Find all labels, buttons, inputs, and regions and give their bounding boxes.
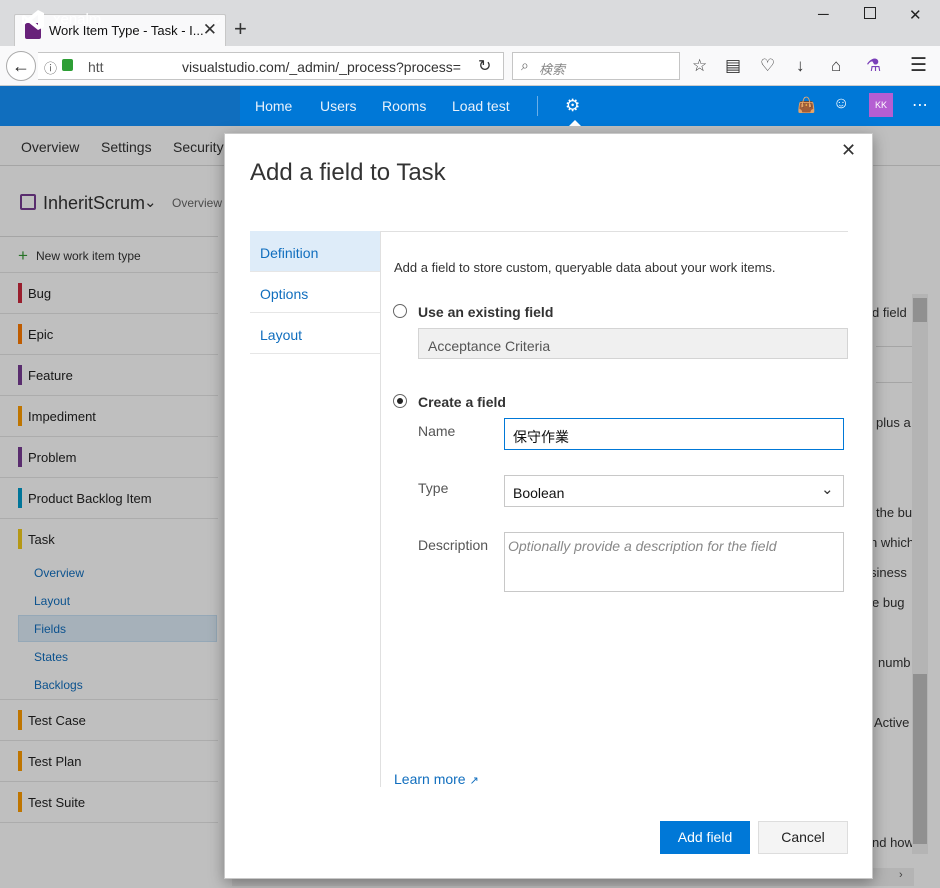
project-selector-bg bbox=[0, 86, 240, 126]
description-textarea[interactable]: Optionally provide a description for the… bbox=[504, 532, 844, 592]
download-icon[interactable]: ↓ bbox=[796, 56, 805, 76]
feedback-smiley-icon[interactable]: ☺ bbox=[833, 95, 849, 113]
learn-more-link[interactable]: Learn more ↗ bbox=[394, 771, 479, 787]
nav-divider bbox=[537, 96, 538, 116]
browser-tab[interactable]: Work Item Type - Task - I... ✕ bbox=[14, 14, 226, 46]
existing-field-select[interactable]: Acceptance Criteria bbox=[418, 328, 848, 359]
name-input[interactable]: 保守作業 bbox=[504, 418, 844, 450]
browser-search-input[interactable]: ⌕ 検索 bbox=[512, 52, 680, 80]
reload-icon[interactable]: ↻ bbox=[478, 56, 491, 76]
add-field-button[interactable]: Add field bbox=[660, 821, 750, 854]
marketplace-bag-icon[interactable]: 👜 bbox=[797, 96, 816, 114]
info-icon[interactable]: ⓘ bbox=[44, 58, 57, 77]
tab-options[interactable]: Options bbox=[250, 272, 380, 313]
back-icon[interactable]: ← bbox=[6, 51, 36, 81]
avatar[interactable]: KK bbox=[869, 93, 893, 117]
home-icon[interactable]: ⌂ bbox=[831, 56, 841, 76]
url-text: visualstudio.com/_admin/_process?process… bbox=[182, 59, 461, 75]
flask-icon[interactable]: ⚗ bbox=[866, 56, 881, 76]
reading-list-icon[interactable]: ▤ bbox=[725, 56, 741, 76]
chevron-down-icon[interactable]: ⌄ bbox=[821, 480, 834, 498]
hamburger-menu-icon[interactable]: ☰ bbox=[910, 54, 927, 77]
learn-more-text: Learn more bbox=[394, 771, 466, 787]
external-link-icon: ↗ bbox=[469, 775, 479, 787]
url-prefix: htt bbox=[88, 59, 104, 75]
search-icon: ⌕ bbox=[521, 57, 529, 73]
add-field-dialog: ✕ Add a field to Task Definition Options… bbox=[224, 133, 873, 879]
bookmark-star-icon[interactable]: ☆ bbox=[692, 56, 707, 76]
create-field-label[interactable]: Create a field bbox=[418, 394, 506, 410]
divider bbox=[380, 231, 848, 232]
maximize-icon[interactable] bbox=[864, 7, 876, 19]
description-label: Description bbox=[418, 537, 489, 553]
nav-home[interactable]: Home bbox=[255, 98, 292, 114]
divider bbox=[380, 231, 381, 787]
pocket-icon[interactable]: ♡ bbox=[760, 56, 775, 76]
gear-icon[interactable]: ⚙ bbox=[565, 96, 580, 116]
chevron-down-icon[interactable]: ⌄ bbox=[211, 9, 224, 27]
use-existing-radio[interactable] bbox=[393, 304, 407, 318]
dialog-tabs: Definition Options Layout bbox=[250, 231, 380, 791]
search-placeholder: 検索 bbox=[539, 62, 566, 77]
nav-users[interactable]: Users bbox=[320, 98, 357, 114]
type-select[interactable]: Boolean bbox=[504, 475, 844, 507]
type-label: Type bbox=[418, 480, 449, 496]
url-bar[interactable]: ⓘ htt visualstudio.com/_admin/_process?p… bbox=[38, 52, 504, 80]
nav-rooms[interactable]: Rooms bbox=[382, 98, 426, 114]
project-name[interactable]: xenalm bbox=[53, 11, 101, 28]
name-label: Name bbox=[418, 423, 456, 439]
close-icon[interactable]: ✕ bbox=[841, 140, 856, 161]
cancel-button[interactable]: Cancel bbox=[758, 821, 848, 854]
lock-icon bbox=[62, 59, 73, 71]
dialog-title: Add a field to Task bbox=[250, 159, 446, 186]
use-existing-label[interactable]: Use an existing field bbox=[418, 304, 553, 320]
create-field-radio[interactable] bbox=[393, 394, 407, 408]
nav-load-test[interactable]: Load test bbox=[452, 98, 510, 114]
more-options-icon[interactable]: ⋯ bbox=[912, 95, 928, 115]
tab-layout[interactable]: Layout bbox=[250, 313, 380, 354]
minimize-icon[interactable]: ─ bbox=[818, 6, 829, 23]
tab-definition[interactable]: Definition bbox=[250, 231, 380, 272]
visual-studio-logo-icon bbox=[22, 10, 44, 30]
window-close-icon[interactable]: ✕ bbox=[909, 6, 922, 24]
new-tab-icon[interactable]: + bbox=[234, 16, 247, 42]
dialog-description: Add a field to store custom, queryable d… bbox=[394, 260, 776, 275]
